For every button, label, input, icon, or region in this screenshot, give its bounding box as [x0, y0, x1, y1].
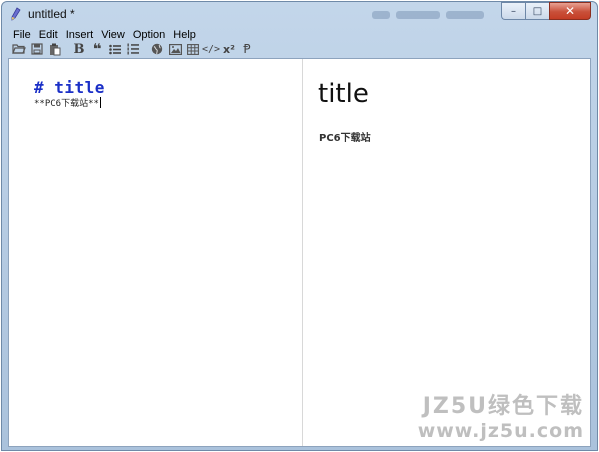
strikethrough-icon: Ᵽ	[243, 42, 251, 56]
insert-code-button[interactable]: </>	[202, 42, 220, 57]
close-button[interactable]: ✕	[549, 2, 591, 20]
editor-body-text: **PC6下载站**	[34, 99, 99, 109]
superscript-button[interactable]: x²	[220, 42, 238, 57]
paste-button[interactable]	[46, 42, 64, 57]
insert-link-button[interactable]	[148, 42, 166, 57]
minimize-button[interactable]: –	[501, 2, 525, 20]
watermark: JZ5U绿色下载 www.jz5u.com	[418, 388, 584, 442]
numbered-list-icon	[127, 43, 139, 55]
editor-body-line: **PC6下载站**	[34, 96, 101, 109]
bullet-list-icon	[109, 44, 121, 55]
save-icon	[31, 43, 43, 55]
preview-paragraph: PC6下载站	[319, 133, 371, 144]
editor-heading-line: # title	[34, 78, 105, 97]
menu-view[interactable]: View	[98, 29, 128, 41]
toolbar: B ❝ </> x² Ᵽ	[10, 40, 256, 58]
quote-button[interactable]: ❝	[88, 40, 106, 58]
bullet-list-button[interactable]	[106, 42, 124, 57]
superscript-icon: x²	[223, 42, 235, 56]
image-icon	[168, 43, 182, 55]
document-area: # title **PC6下载站** title PC6下载站 JZ5U绿色下载…	[8, 58, 591, 447]
menu-insert[interactable]: Insert	[63, 29, 97, 41]
open-file-button[interactable]	[10, 42, 28, 57]
numbered-list-button[interactable]	[124, 42, 142, 57]
quote-icon: ❝	[92, 40, 102, 58]
paste-icon	[49, 43, 61, 56]
table-icon	[187, 43, 199, 55]
menu-file[interactable]: File	[10, 29, 34, 41]
menu-help[interactable]: Help	[170, 29, 199, 41]
save-button[interactable]	[28, 42, 46, 57]
window-title: untitled *	[28, 7, 75, 21]
title-bar-blur-decoration	[372, 11, 512, 21]
bold-icon: B	[73, 41, 85, 57]
insert-image-button[interactable]	[166, 42, 184, 57]
app-pen-icon	[10, 7, 22, 21]
menu-option[interactable]: Option	[130, 29, 168, 41]
maximize-button[interactable]: □	[525, 2, 549, 20]
globe-icon	[151, 43, 163, 55]
strikethrough-button[interactable]: Ᵽ	[238, 42, 256, 57]
menu-edit[interactable]: Edit	[36, 29, 61, 41]
markdown-editor[interactable]: # title **PC6下载站**	[9, 59, 303, 446]
minimize-icon: –	[511, 5, 516, 17]
folder-open-icon	[12, 43, 26, 55]
app-window: untitled * – □ ✕ File Edit Insert View O…	[1, 1, 598, 451]
bold-button[interactable]: B	[70, 42, 88, 57]
watermark-top: JZ5U绿色下载	[422, 394, 584, 419]
markdown-preview: title PC6下载站 JZ5U绿色下载 www.jz5u.com	[304, 59, 590, 446]
maximize-icon: □	[532, 5, 543, 17]
insert-table-button[interactable]	[184, 42, 202, 57]
title-bar[interactable]: untitled * – □ ✕	[2, 2, 597, 26]
close-icon: ✕	[564, 4, 576, 18]
code-icon: </>	[201, 43, 221, 55]
watermark-bottom: www.jz5u.com	[417, 420, 584, 442]
preview-heading: title	[318, 79, 369, 109]
text-caret	[99, 97, 101, 108]
